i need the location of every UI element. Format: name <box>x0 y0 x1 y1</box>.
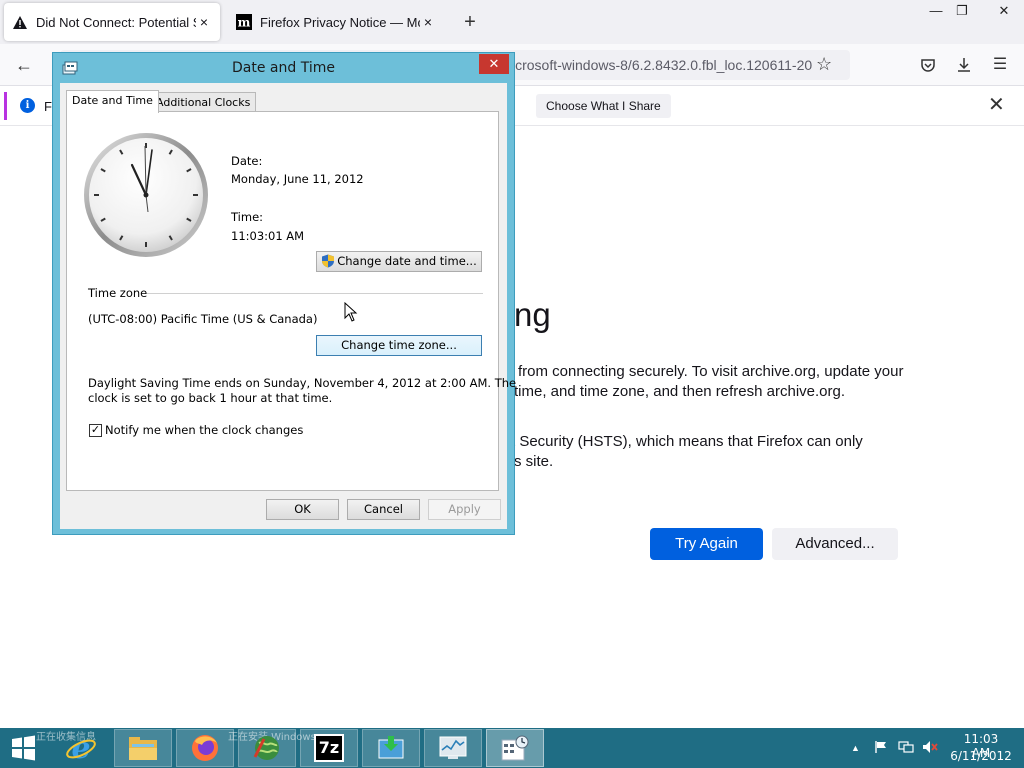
dialog-title: Date and Time <box>232 60 335 76</box>
time-label: Time: <box>231 210 264 224</box>
choose-what-i-share-button[interactable]: Choose What I Share <box>536 94 671 118</box>
notify-checkbox[interactable]: ✓ <box>89 424 102 437</box>
internet-explorer-icon[interactable]: e <box>52 729 110 767</box>
tab-date-and-time[interactable]: Date and Time <box>66 90 159 113</box>
performance-monitor-icon[interactable] <box>424 729 482 767</box>
7zip-logo: 7z <box>314 734 344 762</box>
cancel-button[interactable]: Cancel <box>347 499 420 520</box>
window-close-button[interactable]: ✕ <box>984 0 1024 22</box>
network-globe-icon[interactable] <box>238 729 296 767</box>
network-status-icon[interactable] <box>898 740 914 757</box>
date-time-settings-icon[interactable] <box>486 729 544 767</box>
try-again-button[interactable]: Try Again <box>650 528 763 560</box>
browser-tab-strip: Did Not Connect: Potential Secu × m Fire… <box>0 0 1024 44</box>
time-zone-divider <box>147 293 483 294</box>
windows-start-icon[interactable] <box>6 734 40 762</box>
ok-button[interactable]: OK <box>266 499 339 520</box>
tab-additional-clocks[interactable]: Additional Clocks <box>150 92 257 113</box>
restore-button[interactable]: ❐ <box>945 0 979 22</box>
tab-close-icon[interactable]: × <box>420 14 436 30</box>
tab-did-not-connect[interactable]: Did Not Connect: Potential Secu × <box>4 3 220 41</box>
svg-text:e: e <box>71 732 90 764</box>
notify-label: Notify me when the clock changes <box>105 423 304 437</box>
info-icon: i <box>20 98 35 113</box>
tab-title: Did Not Connect: Potential Secu <box>36 14 196 30</box>
svg-text:m: m <box>238 16 251 30</box>
time-zone-value: (UTC-08:00) Pacific Time (US & Canada) <box>88 312 318 326</box>
mouse-cursor-icon <box>344 302 358 322</box>
uac-shield-icon <box>322 254 335 268</box>
time-zone-header: Time zone <box>88 286 148 300</box>
dialog-close-button[interactable]: ✕ <box>479 54 509 74</box>
firefox-icon[interactable] <box>176 729 234 767</box>
page-description-line: t Security (HSTS), which means that Fire… <box>511 433 863 450</box>
notification-accent <box>4 92 7 120</box>
page-description-line: s site. <box>514 453 554 470</box>
7zip-icon[interactable]: 7z <box>300 729 358 767</box>
change-time-zone-button[interactable]: Change time zone... <box>316 335 482 356</box>
date-label: Date: <box>231 154 263 168</box>
dst-info-line: clock is set to go back 1 hour at that t… <box>88 391 333 405</box>
page-description-line: time, and time zone, and then refresh ar… <box>514 383 846 400</box>
pocket-icon[interactable] <box>916 53 940 77</box>
time-value: 11:03:01 AM <box>231 229 305 243</box>
show-hidden-icons-icon[interactable]: ▲ <box>851 743 860 753</box>
tab-title: Firefox Privacy Notice — Mozilla <box>260 14 420 30</box>
setup-installer-icon[interactable] <box>362 729 420 767</box>
tab-panel: Date: Monday, June 11, 2012 Time: 11:03:… <box>66 111 516 491</box>
change-date-and-time-label: Change date and time... <box>337 254 477 268</box>
url-text: icrosoft-windows-8/6.2.8432.0.fbl_loc.12… <box>512 57 812 73</box>
new-tab-button[interactable]: + <box>458 8 482 36</box>
notification-close-icon[interactable]: ✕ <box>988 92 1005 117</box>
advanced-button[interactable]: Advanced... <box>772 528 898 560</box>
back-arrow-icon[interactable]: ← <box>12 53 36 77</box>
hamburger-menu-icon[interactable]: ☰ <box>988 53 1012 77</box>
dst-info-line: Daylight Saving Time ends on Sunday, Nov… <box>88 376 517 390</box>
downloads-icon[interactable] <box>952 53 976 77</box>
page-description-line: from connecting securely. To visit archi… <box>518 363 904 380</box>
dialog-body: Date and Time Additional Clocks Date: Mo… <box>60 83 516 529</box>
taskbar: 正在收集信息 正在安装 Windows e 7z ▲ 11:03 AM 6/11… <box>0 728 1024 768</box>
taskbar-clock-date[interactable]: 6/11/2012 <box>950 749 1012 763</box>
date-value: Monday, June 11, 2012 <box>231 172 364 186</box>
change-date-and-time-button[interactable]: Change date and time... <box>316 251 482 272</box>
action-center-flag-icon[interactable] <box>874 740 888 757</box>
apply-button[interactable]: Apply <box>428 499 501 520</box>
file-explorer-icon[interactable] <box>114 729 172 767</box>
mozilla-icon: m <box>236 14 252 30</box>
tab-firefox-privacy-notice[interactable]: m Firefox Privacy Notice — Mozilla × <box>228 3 444 41</box>
volume-muted-icon[interactable] <box>922 740 938 757</box>
bookmark-star-icon[interactable]: ☆ <box>816 54 832 75</box>
warning-icon <box>12 14 28 30</box>
tab-close-icon[interactable]: × <box>196 14 212 30</box>
date-and-time-dialog: Date and Time ✕ Date and Time Additional… <box>52 52 516 535</box>
analog-clock <box>84 133 208 257</box>
page-title: ng <box>514 296 551 333</box>
screen: Did Not Connect: Potential Secu × m Fire… <box>0 0 1024 768</box>
